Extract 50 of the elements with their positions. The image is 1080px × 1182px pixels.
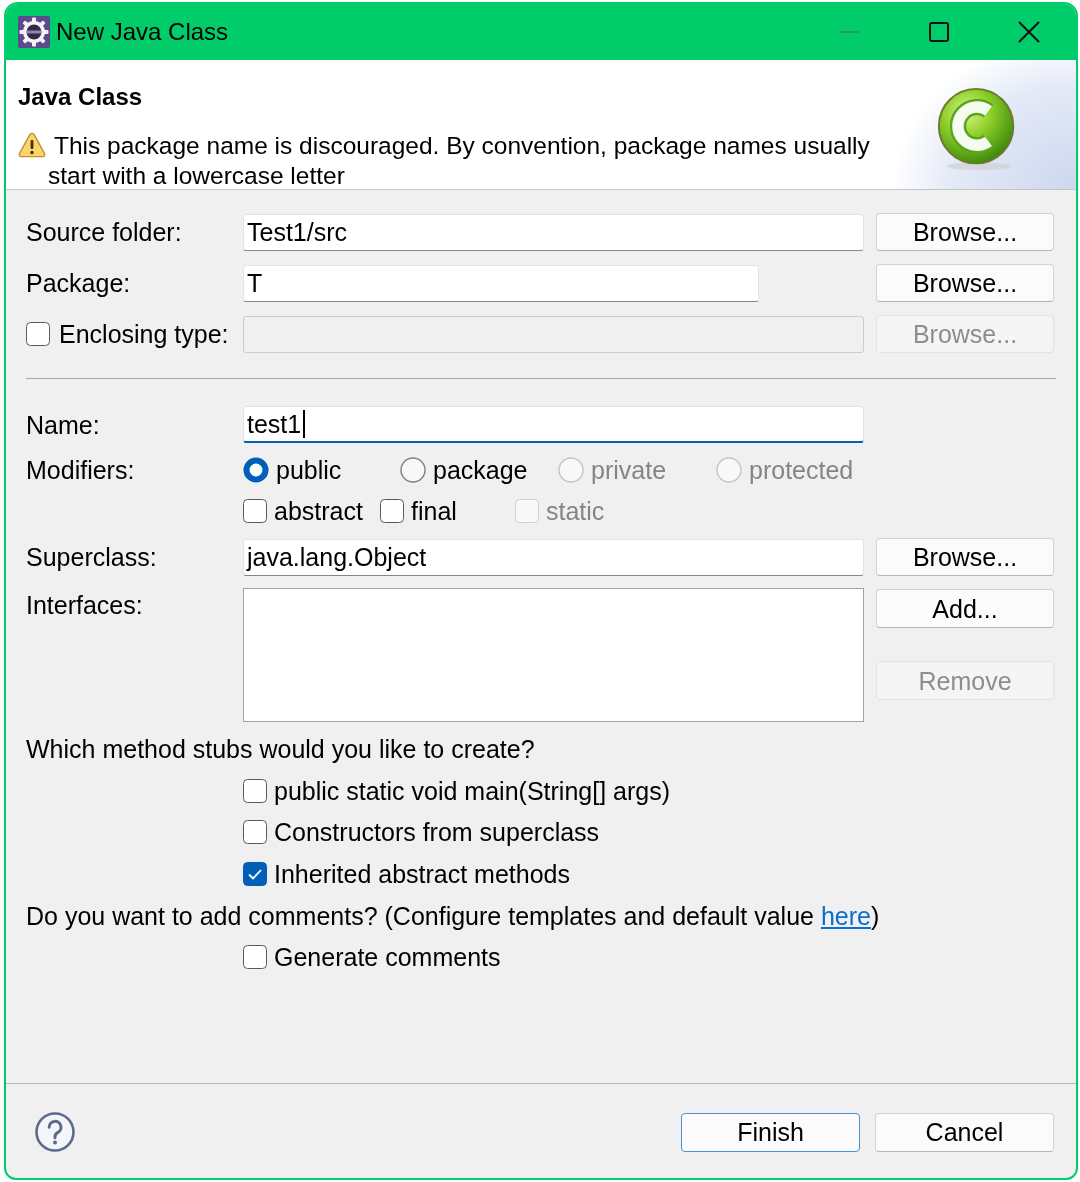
warning-icon	[18, 132, 46, 158]
here-link[interactable]: here	[820, 901, 871, 930]
checkbox-label: final	[411, 496, 457, 526]
window-title: New Java Class	[56, 17, 229, 47]
checkbox[interactable]	[243, 820, 267, 844]
browse-button[interactable]: Browse...	[876, 264, 1054, 302]
field-label: Package:	[26, 268, 131, 298]
radio-button[interactable]	[243, 457, 269, 483]
browse-button[interactable]: Browse...	[876, 213, 1054, 251]
checkbox[interactable]	[380, 499, 404, 523]
checkbox[interactable]	[243, 945, 267, 969]
field-label: Modifiers:	[26, 455, 135, 485]
close-icon	[1018, 21, 1040, 43]
help-icon[interactable]	[35, 1112, 75, 1152]
radio-button[interactable]	[400, 457, 426, 483]
field-label: Interfaces:	[26, 590, 143, 620]
browse-button[interactable]: Browse...	[876, 538, 1054, 576]
add-button[interactable]: Add...	[876, 589, 1054, 628]
page-title: Java Class	[18, 82, 143, 112]
warning-message: This package name is discouraged. By convention, package names usually start with a lowercase letter	[48, 132, 870, 189]
radio-label: package	[433, 455, 528, 485]
checkbox-label: Constructors from superclass	[274, 817, 600, 847]
radio-label: private	[591, 455, 667, 485]
checkbox-label: abstract	[274, 496, 363, 526]
checkbox-label: Generate comments	[274, 942, 501, 972]
cancel-button[interactable]: Cancel	[875, 1112, 1054, 1152]
finish-button[interactable]: Finish	[681, 1112, 860, 1152]
checkbox[interactable]	[243, 861, 267, 886]
name-field[interactable]: test1	[243, 406, 864, 443]
section-question: Do you want to add comments? (Configure templates and default value here)	[26, 901, 880, 930]
checkbox-label: public static void main(String[] args)	[274, 775, 670, 806]
field-label: Name:	[26, 409, 100, 440]
package-field[interactable]: T	[243, 264, 759, 302]
checkbox[interactable]	[243, 778, 267, 803]
gear-icon	[18, 16, 50, 48]
field-label: Superclass:	[26, 542, 157, 572]
source-folder-field[interactable]: Test1/src	[243, 213, 864, 251]
checkbox-label: Enclosing type:	[59, 319, 229, 349]
radio-label: protected	[749, 455, 854, 485]
radio-label: public	[276, 455, 342, 485]
checkbox[interactable]	[26, 322, 50, 346]
minimize-icon	[839, 31, 859, 33]
text-cursor-icon	[303, 410, 306, 438]
checkbox[interactable]	[243, 499, 267, 523]
section-question: Which method stubs would you like to create?	[26, 735, 535, 763]
checkbox-label: Inherited abstract methods	[274, 858, 570, 889]
checkbox-label: static	[546, 496, 605, 526]
field-label: Source folder:	[26, 217, 182, 247]
maximize-icon	[929, 22, 949, 42]
superclass-field[interactable]: java.lang.Object	[243, 538, 864, 576]
